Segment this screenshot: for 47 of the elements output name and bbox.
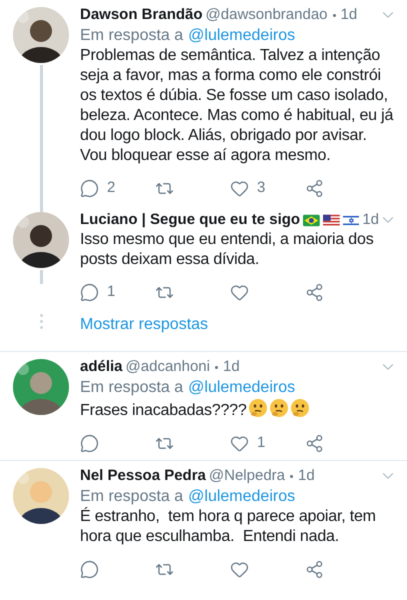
tweet-time: 1d <box>340 4 358 25</box>
author-name: Nel Pessoa Pedra <box>80 466 206 486</box>
like-button[interactable]: 1 <box>230 432 305 454</box>
dot-separator-icon <box>290 474 294 478</box>
share-icon <box>305 282 324 302</box>
share-icon <box>305 560 324 578</box>
like-button[interactable]: 3 <box>230 177 305 199</box>
author-name: Dawson Brandão <box>80 4 203 25</box>
mention-link[interactable]: @lulemedeiros <box>188 377 296 398</box>
share-icon <box>305 178 324 198</box>
brazil-flag-icon <box>303 212 320 228</box>
reply-button[interactable]: 1 <box>80 281 155 303</box>
usa-flag-icon <box>322 212 340 228</box>
tweet-text: Frases inacabadas???? <box>80 398 397 421</box>
show-replies-link[interactable]: Mostrar respostas <box>80 313 208 337</box>
speech-bubble-icon <box>80 560 99 578</box>
author-handle: @adcanhoni <box>126 356 210 377</box>
thinking-face-icon <box>248 398 268 418</box>
dot-separator-icon <box>215 366 218 368</box>
thinking-face-icon <box>268 398 289 418</box>
speech-bubble-icon <box>80 434 99 452</box>
thinking-face-icon <box>290 398 310 418</box>
tweet-text: É estranho, tem hora q parece apoiar, tem hora que esculhamba. Entendi nada. <box>80 507 377 547</box>
author-name: Luciano | Segue que eu te sigo <box>80 210 300 230</box>
dotted-thread-icon <box>40 314 42 329</box>
tweet-time: 1d <box>298 466 315 486</box>
heart-icon <box>230 560 249 578</box>
heart-icon <box>230 434 249 452</box>
reply-context: Em resposta a <box>80 378 184 398</box>
author-handle: @dawsonbrandao <box>206 4 328 25</box>
heart-icon <box>230 178 249 198</box>
author-name: adélia <box>80 356 123 377</box>
speech-bubble-icon <box>80 178 99 198</box>
tweet-time: 1d <box>223 356 240 377</box>
heart-icon <box>230 282 249 302</box>
tweet-text: Isso mesmo que eu entendi, a maioria dos posts deixam essa dívida. <box>80 230 375 270</box>
reply-button[interactable]: 2 <box>80 177 155 199</box>
mention-link[interactable]: @lulemedeiros <box>188 25 296 46</box>
reply-context: Em resposta a <box>80 487 184 507</box>
author-handle: @Nelpedra <box>208 466 286 486</box>
dot-separator-icon <box>332 14 336 16</box>
mention-link[interactable]: @lulemedeiros <box>188 486 296 507</box>
reply-context: Em resposta a <box>80 26 184 46</box>
tweet-text: Problemas de semântica. Talvez a intenção seja a favor, mas a forma como ele constrói os textos é dúbia. Se fosse um caso isolado, beleza. Acontece. Mas como é habitual, eu já dou logo block. Aliás, obrigado por avisar. Vou bloquear esse aí agora mesmo. <box>80 46 394 166</box>
share-icon <box>305 434 324 452</box>
speech-bubble-icon <box>80 282 99 302</box>
tweet-time: 1d <box>362 210 380 230</box>
